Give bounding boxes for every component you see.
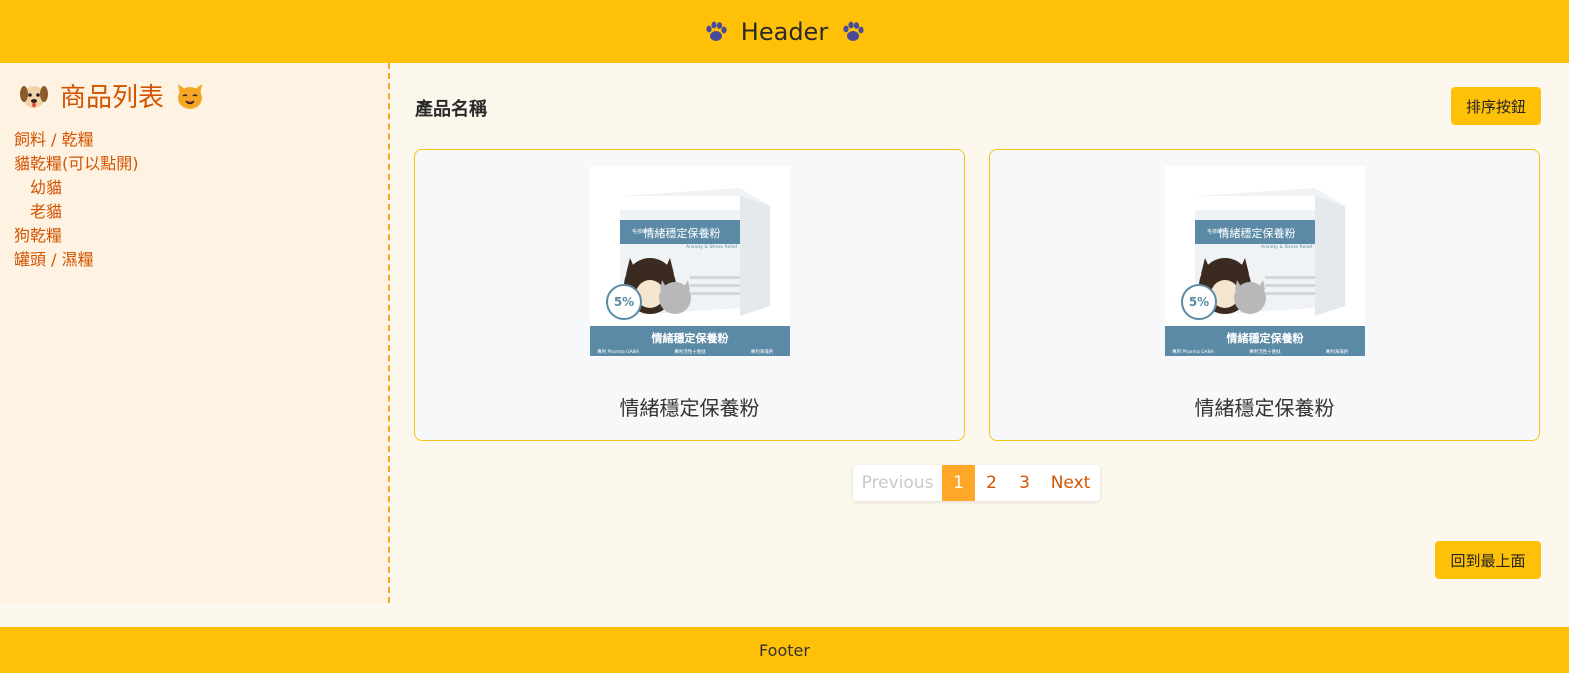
svg-text:情緒穩定保養粉: 情緒穩定保養粉 <box>1227 331 1304 345</box>
page-footer: Footer <box>0 627 1569 673</box>
svg-text:情緒穩定保養粉: 情緒穩定保養粉 <box>652 331 729 345</box>
category-item-cat-dry-food[interactable]: 貓乾糧(可以點開) <box>14 152 374 176</box>
dog-face-icon <box>20 85 48 108</box>
product-area: 產品名稱 排序按鈕 情緒穩定保養粉 毛孩時代 Anxiety & Stress … <box>390 63 1569 627</box>
svg-text:5%: 5% <box>614 295 634 309</box>
sort-button[interactable]: 排序按鈕 <box>1451 87 1541 125</box>
product-name[interactable]: 情緒穩定保養粉 <box>415 392 964 421</box>
product-card[interactable]: 情緒穩定保養粉 毛孩時代 Anxiety & Stress Relief 5% … <box>414 149 965 441</box>
product-image[interactable]: 情緒穩定保養粉 毛孩時代 Anxiety & Stress Relief 5% … <box>590 166 790 356</box>
product-image[interactable]: 情緒穩定保養粉 毛孩時代 Anxiety & Stress Relief 5% … <box>1165 166 1365 356</box>
svg-text:情緒穩定保養粉: 情緒穩定保養粉 <box>1219 226 1296 240</box>
product-card[interactable]: 情緒穩定保養粉 毛孩時代 Anxiety & Stress Relief 5% … <box>989 149 1540 441</box>
category-item-kitten[interactable]: 幼貓 <box>14 176 374 200</box>
paw-icon <box>843 21 864 41</box>
footer-text: Footer <box>759 640 810 660</box>
category-sidebar: 商品列表 飼料 / 乾糧 貓乾糧(可以點開) 幼貓 老貓 狗乾糧 罐頭 / 濕糧 <box>0 63 390 603</box>
product-name[interactable]: 情緒穩定保養粉 <box>990 392 1539 421</box>
svg-text:Anxiety & Stress Relief: Anxiety & Stress Relief <box>1261 244 1313 250</box>
category-item-dry-food[interactable]: 飼料 / 乾糧 <box>14 128 374 152</box>
pagination-page-2[interactable]: 2 <box>975 465 1008 501</box>
svg-text:Anxiety & Stress Relief: Anxiety & Stress Relief <box>686 244 738 250</box>
category-item-senior-cat[interactable]: 老貓 <box>14 200 374 224</box>
pagination-page-3[interactable]: 3 <box>1008 465 1041 501</box>
svg-text:專利活性十胜肽: 專利活性十胜肽 <box>674 348 706 355</box>
svg-text:專利海藻鈣: 專利海藻鈣 <box>1326 348 1349 355</box>
svg-text:專利海藻鈣: 專利海藻鈣 <box>751 348 774 355</box>
page-title: 產品名稱 <box>415 99 487 120</box>
category-item-wet-food[interactable]: 罐頭 / 濕糧 <box>14 248 374 272</box>
cat-face-icon <box>178 83 203 109</box>
pagination-previous[interactable]: Previous <box>853 465 942 501</box>
svg-text:專利活性十胜肽: 專利活性十胜肽 <box>1249 348 1281 355</box>
page-header: Header <box>0 0 1569 63</box>
sidebar-title-text: 商品列表 <box>60 83 165 113</box>
sidebar-title: 商品列表 <box>18 77 374 114</box>
pagination: Previous 1 2 3 Next <box>853 465 1100 501</box>
svg-text:專利 Pharma GABA: 專利 Pharma GABA <box>1172 348 1215 355</box>
category-item-dog-dry-food[interactable]: 狗乾糧 <box>14 224 374 248</box>
svg-text:5%: 5% <box>1189 295 1209 309</box>
pagination-next[interactable]: Next <box>1041 465 1100 501</box>
svg-text:情緒穩定保養粉: 情緒穩定保養粉 <box>644 226 721 240</box>
header-title: Header <box>740 17 829 46</box>
svg-text:專利 Pharma GABA: 專利 Pharma GABA <box>597 348 640 355</box>
paw-icon <box>706 21 727 41</box>
category-list: 飼料 / 乾糧 貓乾糧(可以點開) 幼貓 老貓 狗乾糧 罐頭 / 濕糧 <box>14 128 374 272</box>
pagination-page-1[interactable]: 1 <box>942 465 975 501</box>
svg-text:毛孩時代: 毛孩時代 <box>632 228 652 235</box>
svg-text:毛孩時代: 毛孩時代 <box>1207 228 1227 235</box>
back-to-top-button[interactable]: 回到最上面 <box>1435 541 1541 579</box>
